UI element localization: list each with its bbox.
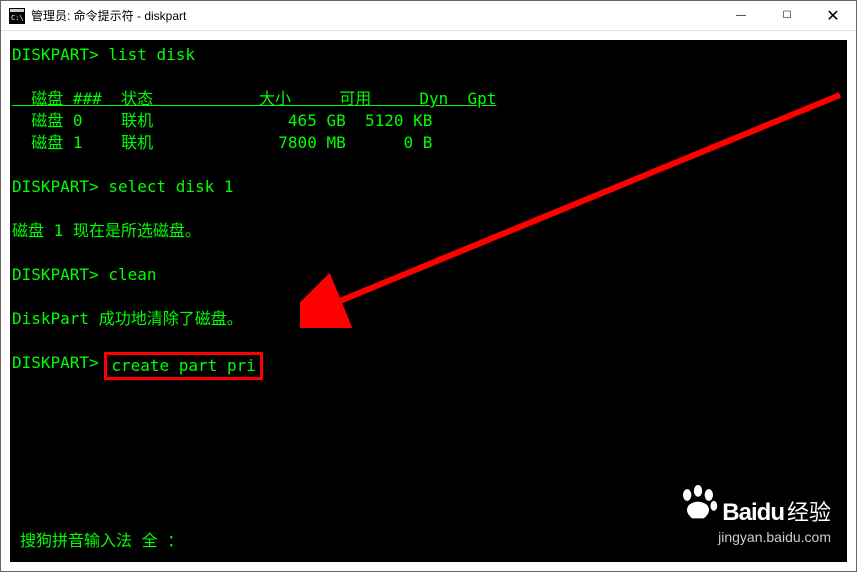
- prompt: DISKPART>: [12, 177, 99, 196]
- titlebar[interactable]: C:\ 管理员: 命令提示符 - diskpart — ☐ ✕: [1, 1, 856, 31]
- watermark: Baidu 经验 jingyan.baidu.com: [677, 485, 831, 548]
- highlighted-command: create part pri: [104, 352, 263, 380]
- prompt: DISKPART>: [12, 265, 99, 284]
- watermark-text: 经验: [787, 502, 831, 524]
- maximize-button[interactable]: ☐: [764, 1, 810, 30]
- prompt: DISKPART>: [12, 352, 99, 380]
- window-controls: — ☐ ✕: [718, 1, 856, 30]
- ime-status: 搜狗拼音输入法 全 ：: [20, 530, 183, 552]
- svg-text:C:\: C:\: [11, 14, 24, 22]
- paw-icon: [677, 485, 719, 520]
- terminal-area[interactable]: DISKPART> list disk 磁盘 ### 状态 大小 可用 Dyn …: [1, 31, 856, 571]
- command-clean: clean: [99, 265, 157, 284]
- message-cleaned: DiskPart 成功地清除了磁盘。: [12, 309, 243, 328]
- disk-row-0: 磁盘 0 联机 465 GB 5120 KB: [12, 111, 509, 130]
- watermark-brand: Baidu: [722, 502, 784, 524]
- close-button[interactable]: ✕: [810, 1, 856, 30]
- watermark-url: jingyan.baidu.com: [718, 526, 831, 548]
- disk-row-1: 磁盘 1 联机 7800 MB 0 B: [12, 133, 509, 152]
- minimize-button[interactable]: —: [718, 1, 764, 30]
- window-title: 管理员: 命令提示符 - diskpart: [31, 7, 718, 24]
- command-prompt-window: C:\ 管理员: 命令提示符 - diskpart — ☐ ✕ DISKPART…: [0, 0, 857, 572]
- table-header: 磁盘 ### 状态 大小 可用 Dyn Gpt: [12, 89, 496, 108]
- cmd-icon: C:\: [9, 8, 25, 24]
- command-select-disk: select disk 1: [99, 177, 234, 196]
- terminal-output: DISKPART> list disk 磁盘 ### 状态 大小 可用 Dyn …: [12, 44, 845, 380]
- prompt: DISKPART>: [12, 45, 99, 64]
- command-list-disk: list disk: [99, 45, 195, 64]
- message-selected: 磁盘 1 现在是所选磁盘。: [12, 221, 201, 240]
